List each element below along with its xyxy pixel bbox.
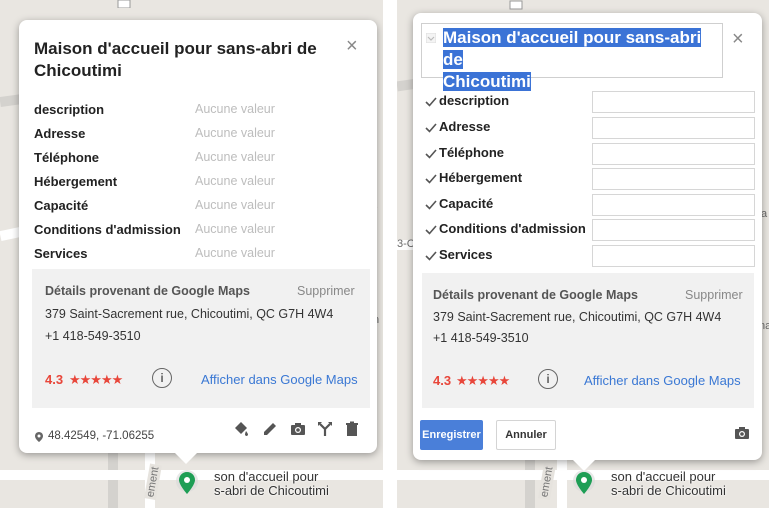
- save-button[interactable]: Enregistrer: [420, 420, 483, 450]
- field-key: Conditions d'admission: [34, 222, 181, 237]
- field-input[interactable]: [592, 143, 755, 165]
- info-icon[interactable]: i: [538, 369, 558, 389]
- location-pin-icon: [35, 432, 43, 442]
- close-icon[interactable]: ×: [732, 29, 744, 49]
- right-panel: 3-C a na ement son d'accueil pour s-abri…: [397, 0, 769, 508]
- field-key: Hébergement: [34, 174, 118, 189]
- close-icon[interactable]: ×: [346, 36, 358, 56]
- marker-label: son d'accueil pour s-abri de Chicoutimi: [611, 470, 726, 498]
- left-panel: s n ement son d'accueil pour s-abri de C…: [0, 0, 383, 508]
- map-poi-icon: [509, 0, 523, 10]
- field-value: Aucune valeur: [195, 102, 275, 116]
- title-selected-line: Maison d'accueil pour sans-abri de: [443, 28, 702, 69]
- field-key: description: [439, 93, 510, 108]
- field-value: Aucune valeur: [195, 174, 275, 188]
- map-poi-icon: [117, 0, 131, 8]
- google-details-title: Détails provenant de Google Maps: [433, 288, 638, 302]
- title-selected-line: Chicoutimi: [443, 72, 531, 91]
- field-input[interactable]: [592, 194, 755, 216]
- field-input[interactable]: [592, 219, 755, 241]
- directions-icon[interactable]: [316, 420, 334, 438]
- place-title-line: Chicoutimi: [34, 61, 122, 80]
- checkbox-checked-icon[interactable]: [425, 96, 437, 108]
- checkbox-checked-icon[interactable]: [425, 250, 437, 262]
- field-value: Aucune valeur: [195, 150, 275, 164]
- pencil-icon[interactable]: [261, 420, 279, 438]
- checkbox-checked-icon[interactable]: [425, 173, 437, 185]
- checkbox-checked-icon[interactable]: [425, 224, 437, 236]
- google-phone: +1 418-549-3510: [433, 331, 529, 345]
- checkbox-checked-icon[interactable]: [425, 122, 437, 134]
- open-in-google-maps-link[interactable]: Afficher dans Google Maps: [201, 372, 358, 387]
- coordinates-text: 48.42549, -71.06255: [48, 430, 155, 442]
- field-input[interactable]: [592, 245, 755, 267]
- place-info-card: Maison d'accueil pour sans-abri de Chico…: [19, 20, 377, 453]
- field-input[interactable]: [592, 91, 755, 113]
- field-key: Adresse: [439, 119, 491, 134]
- field-value: Aucune valeur: [195, 246, 275, 260]
- field-key: Adresse: [34, 126, 86, 141]
- delete-google-details-link[interactable]: Supprimer: [685, 288, 743, 302]
- field-key: description: [34, 102, 105, 117]
- google-address: 379 Saint-Sacrement rue, Chicoutimi, QC …: [433, 310, 722, 324]
- field-key: Conditions d'admission: [439, 221, 586, 236]
- rating-value: 4.3: [433, 373, 452, 388]
- google-details-box: Détails provenant de Google Maps Supprim…: [422, 273, 754, 408]
- field-value: Aucune valeur: [195, 198, 275, 212]
- checkbox-checked-icon[interactable]: [425, 148, 437, 160]
- info-icon[interactable]: i: [152, 368, 172, 388]
- field-key: Capacité: [439, 196, 494, 211]
- marker-label-line: son d'accueil pour: [611, 469, 716, 484]
- google-phone: +1 418-549-3510: [45, 329, 141, 343]
- marker-label-line: son d'accueil pour: [214, 469, 319, 484]
- delete-google-details-link[interactable]: Supprimer: [297, 284, 355, 298]
- place-title-line: Maison d'accueil pour sans-abri de: [34, 39, 317, 58]
- open-in-google-maps-link[interactable]: Afficher dans Google Maps: [584, 373, 741, 388]
- marker-label: son d'accueil pour s-abri de Chicoutimi: [214, 470, 329, 498]
- marker-label-line: s-abri de Chicoutimi: [214, 483, 329, 498]
- field-value: Aucune valeur: [195, 222, 275, 236]
- field-key: Hébergement: [439, 170, 523, 185]
- rating-stars: ★★★★★: [69, 372, 123, 387]
- google-address: 379 Saint-Sacrement rue, Chicoutimi, QC …: [45, 307, 334, 321]
- field-key: Capacité: [34, 198, 89, 213]
- field-input[interactable]: [592, 117, 755, 139]
- marker-label-line: s-abri de Chicoutimi: [611, 483, 726, 498]
- chevron-down-icon[interactable]: [426, 33, 436, 43]
- rating-value: 4.3: [45, 372, 64, 387]
- camera-icon[interactable]: [289, 420, 307, 438]
- checkbox-checked-icon[interactable]: [425, 199, 437, 211]
- field-value: Aucune valeur: [195, 126, 275, 140]
- rating-stars: ★★★★★: [456, 373, 510, 388]
- field-key: Téléphone: [34, 150, 100, 165]
- card-pointer: [174, 452, 198, 464]
- google-details-title: Détails provenant de Google Maps: [45, 284, 250, 298]
- title-input-text: Maison d'accueil pour sans-abri de Chico…: [443, 27, 713, 93]
- camera-icon[interactable]: [733, 424, 751, 442]
- trash-icon[interactable]: [343, 420, 361, 438]
- field-key: Services: [439, 247, 493, 262]
- cancel-button[interactable]: Annuler: [496, 420, 556, 450]
- map-marker-icon[interactable]: [176, 470, 198, 496]
- place-edit-card: Maison d'accueil pour sans-abri de Chico…: [413, 13, 762, 460]
- card-pointer: [572, 459, 596, 471]
- map-marker-icon[interactable]: [573, 470, 595, 496]
- place-title: Maison d'accueil pour sans-abri de Chico…: [34, 38, 334, 82]
- paint-bucket-icon[interactable]: [232, 420, 250, 438]
- field-key: Téléphone: [439, 145, 505, 160]
- field-input[interactable]: [592, 168, 755, 190]
- field-key: Services: [34, 246, 88, 261]
- google-details-box: Détails provenant de Google Maps Supprim…: [32, 269, 370, 408]
